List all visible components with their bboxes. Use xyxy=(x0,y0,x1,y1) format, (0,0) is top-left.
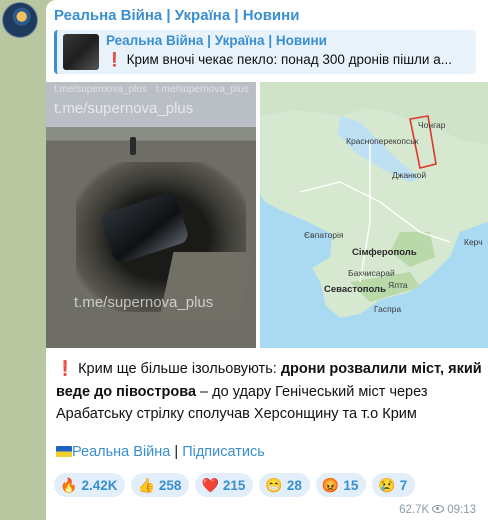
channel-link[interactable]: Реальна Війна xyxy=(72,444,170,460)
reaction-cry[interactable]: 😢 7 xyxy=(372,473,416,497)
map-city: Сімферополь xyxy=(352,247,417,258)
person xyxy=(130,137,136,155)
map-city: Джанкой xyxy=(392,170,427,180)
road-slab xyxy=(158,252,254,322)
reaction-fire[interactable]: 🔥 2.42K xyxy=(54,473,126,497)
links-separator: | xyxy=(174,444,179,460)
map-city: Бахчисарай xyxy=(348,268,395,278)
subscribe-link[interactable]: Підписатись xyxy=(182,444,265,460)
reaction-angry[interactable]: 😡 15 xyxy=(315,473,367,497)
thumbs-up-icon: 👍 xyxy=(137,477,155,493)
map-city: Ялта xyxy=(388,280,408,290)
heart-icon: ❤️ xyxy=(201,477,219,493)
map-city: Севастополь xyxy=(324,284,386,295)
view-count: 62.7K xyxy=(399,504,430,516)
eye-icon xyxy=(432,505,445,513)
message-time: 09:13 xyxy=(447,504,476,516)
grin-icon: 😁 xyxy=(265,477,283,493)
message-text: ❗ Крим ще більше ізольовують: дрони розв… xyxy=(56,361,482,422)
watermark: t.me/supernova_plus xyxy=(54,100,194,117)
forwarded-thumbnail xyxy=(63,34,99,70)
reactions-bar: 🔥 2.42K 👍 258 ❤️ 215 😁 28 😡 15 😢 7 xyxy=(54,473,421,497)
angry-icon: 😡 xyxy=(321,477,340,493)
cry-icon: 😢 xyxy=(378,477,396,493)
map-city: Чонгар xyxy=(418,120,446,130)
forwarded-title: Реальна Війна | Україна | Новини xyxy=(106,33,327,48)
ukraine-flag-icon xyxy=(56,446,72,457)
exclamation-icon: ❗ xyxy=(106,52,123,67)
reaction-thumbs-up[interactable]: 👍 258 xyxy=(131,473,190,497)
forwarded-preview: ❗ Крим вночі чекає пекло: понад 300 дрон… xyxy=(106,52,452,67)
channel-name[interactable]: Реальна Війна | Україна | Новини xyxy=(54,7,299,24)
bridge-photo[interactable]: t.me/supernova_plus t.me/supernova_plus … xyxy=(46,82,256,348)
exclamation-icon: ❗ xyxy=(56,361,75,377)
map-city: Красноперекопськ xyxy=(346,136,419,146)
channel-avatar[interactable] xyxy=(2,2,38,38)
forwarded-message[interactable]: Реальна Війна | Україна | Новини ❗ Крим … xyxy=(54,30,476,74)
message-bubble: Реальна Війна | Україна | Новини Реальна… xyxy=(46,0,488,520)
reaction-grin[interactable]: 😁 28 xyxy=(259,473,310,497)
map-city: Гаспра xyxy=(374,304,402,314)
watermark: t.me/supernova_plus xyxy=(74,294,214,311)
map-city: Євпаторія xyxy=(304,230,344,240)
message-meta: 62.7K 09:13 xyxy=(399,504,476,516)
watermark: t.me/supernova_plus xyxy=(54,84,147,95)
reaction-heart[interactable]: ❤️ 215 xyxy=(195,473,254,497)
watermark: t.me/supernova_plus xyxy=(156,84,249,95)
fire-icon: 🔥 xyxy=(60,477,78,493)
crimea-map[interactable]: Чонгар Красноперекопськ Джанкой Євпаторі… xyxy=(260,82,488,348)
message-links: Реальна Війна | Підписатись xyxy=(56,444,265,460)
map-city: Керч xyxy=(464,237,483,247)
